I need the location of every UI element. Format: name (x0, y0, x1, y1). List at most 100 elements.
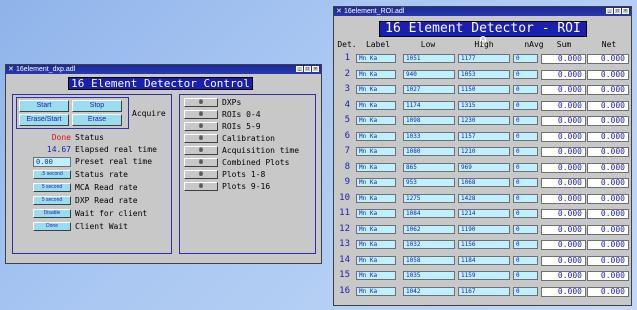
navg-input[interactable]: 0 (513, 193, 538, 203)
mca-read-rate-menu[interactable]: 5 second (33, 183, 71, 192)
control-window-titlebar[interactable]: ✕ 16element_dxp.adl _ □ × (6, 65, 321, 74)
navg-input[interactable]: 0 (513, 271, 538, 280)
status-rate-menu[interactable]: .5 second (33, 170, 71, 179)
navg-input[interactable]: 0 (513, 131, 538, 141)
low-channel-input[interactable]: 1062 (403, 224, 455, 234)
label-input[interactable]: Mn Ka (356, 162, 396, 172)
low-channel-input[interactable]: 1174 (403, 100, 455, 110)
status-label: Status (75, 133, 104, 142)
stop-button[interactable]: Stop (72, 100, 122, 112)
sum-value: 0.000 (541, 209, 586, 219)
related-display-button-plots-9-16[interactable]: ꙮ (184, 182, 218, 191)
navg-input[interactable]: 0 (513, 286, 538, 296)
low-channel-input[interactable]: 1042 (403, 286, 455, 296)
sum-value: 0.000 (541, 178, 586, 188)
high-channel-input[interactable]: 1190 (458, 224, 510, 234)
low-channel-input[interactable]: 865 (403, 162, 455, 172)
sum-value: 0.000 (541, 85, 586, 95)
maximize-button[interactable]: □ (304, 66, 311, 72)
navg-input[interactable]: 0 (513, 54, 538, 63)
high-channel-input[interactable]: 1315 (458, 100, 510, 110)
low-channel-input[interactable]: 1027 (403, 85, 455, 94)
wait-for-client-menu[interactable]: Disable (33, 209, 71, 218)
low-channel-input[interactable]: 1275 (403, 193, 455, 203)
low-channel-input[interactable]: 1058 (403, 255, 455, 265)
navg-input[interactable]: 0 (513, 178, 538, 187)
related-display-button-calibration[interactable]: ꙮ (184, 134, 218, 143)
related-display-button-acquisition-time[interactable]: ꙮ (184, 146, 218, 155)
label-input[interactable]: Mn Ka (356, 240, 396, 249)
navg-input[interactable]: 0 (513, 100, 538, 110)
high-channel-input[interactable]: 1053 (458, 69, 510, 79)
label-input[interactable]: Mn Ka (356, 271, 396, 280)
label-input[interactable]: Mn Ka (356, 85, 396, 94)
navg-input[interactable]: 0 (513, 116, 538, 125)
low-channel-input[interactable]: 953 (403, 178, 455, 187)
low-channel-input[interactable]: 1032 (403, 240, 455, 249)
high-channel-input[interactable]: 1214 (458, 209, 510, 218)
navg-input[interactable]: 0 (513, 162, 538, 172)
low-channel-input[interactable]: 1051 (403, 54, 455, 63)
sum-value: 0.000 (541, 69, 586, 80)
net-value: 0.000 (587, 147, 629, 157)
erase-start-button[interactable]: Erase/Start (19, 114, 69, 126)
label-input[interactable]: Mn Ka (356, 255, 396, 265)
label-input[interactable]: Mn Ka (356, 116, 396, 125)
label-input[interactable]: Mn Ka (356, 69, 396, 79)
related-display-button-rois-0-4[interactable]: ꙮ (184, 110, 218, 119)
close-button[interactable]: × (622, 8, 629, 14)
label-input[interactable]: Mn Ka (356, 224, 396, 234)
high-channel-input[interactable]: 969 (458, 162, 510, 172)
related-display-button-rois-5-9[interactable]: ꙮ (184, 122, 218, 131)
navg-input[interactable]: 0 (513, 69, 538, 79)
row-det-number: 10 (339, 192, 350, 203)
row-det-number: 13 (339, 239, 350, 249)
minimize-button[interactable]: _ (606, 8, 613, 14)
label-input[interactable]: Mn Ka (356, 193, 396, 203)
status-rate-label: Status rate (75, 170, 128, 179)
high-channel-input[interactable]: 1068 (458, 178, 510, 187)
navg-input[interactable]: 0 (513, 209, 538, 218)
low-channel-input[interactable]: 1033 (403, 131, 455, 141)
preset-real-time-input[interactable]: 0.00 (33, 157, 71, 167)
label-input[interactable]: Mn Ka (356, 100, 396, 110)
navg-input[interactable]: 0 (513, 85, 538, 94)
maximize-button[interactable]: □ (614, 8, 621, 14)
high-channel-input[interactable]: 1150 (458, 85, 510, 94)
low-channel-input[interactable]: 940 (403, 69, 455, 79)
navg-input[interactable]: 0 (513, 255, 538, 265)
label-input[interactable]: Mn Ka (356, 147, 396, 156)
related-display-button-plots-1-8[interactable]: ꙮ (184, 170, 218, 179)
related-display-button-dxps[interactable]: ꙮ (184, 98, 218, 107)
label-input[interactable]: Mn Ka (356, 54, 396, 63)
navg-input[interactable]: 0 (513, 224, 538, 234)
dxp-read-rate-menu[interactable]: 5 second (33, 196, 71, 205)
navg-input[interactable]: 0 (513, 240, 538, 249)
high-channel-input[interactable]: 1159 (458, 271, 510, 280)
navg-input[interactable]: 0 (513, 147, 538, 156)
high-channel-input[interactable]: 1157 (458, 131, 510, 141)
high-channel-input[interactable]: 1167 (458, 286, 510, 296)
minimize-button[interactable]: _ (296, 66, 303, 72)
high-channel-input[interactable]: 1177 (458, 54, 510, 63)
low-channel-input[interactable]: 1098 (403, 116, 455, 125)
label-input[interactable]: Mn Ka (356, 286, 396, 296)
label-input[interactable]: Mn Ka (356, 209, 396, 218)
high-channel-input[interactable]: 1230 (458, 116, 510, 125)
elapsed-real-time-value: 14.67 (46, 145, 71, 154)
high-channel-input[interactable]: 1184 (458, 255, 510, 265)
low-channel-input[interactable]: 1084 (403, 209, 455, 218)
client-wait-menu[interactable]: Done (33, 222, 71, 231)
close-button[interactable]: × (312, 66, 319, 72)
erase-button[interactable]: Erase (72, 114, 122, 126)
high-channel-input[interactable]: 1156 (458, 240, 510, 249)
start-button[interactable]: Start (19, 100, 69, 112)
label-input[interactable]: Mn Ka (356, 178, 396, 187)
high-channel-input[interactable]: 1210 (458, 147, 510, 156)
low-channel-input[interactable]: 1080 (403, 147, 455, 156)
roi-window-titlebar[interactable]: ✕ 16element_ROI.adl _ □ × (334, 7, 631, 16)
low-channel-input[interactable]: 1035 (403, 271, 455, 280)
related-display-button-combined-plots[interactable]: ꙮ (184, 158, 218, 167)
label-input[interactable]: Mn Ka (356, 131, 396, 141)
high-channel-input[interactable]: 1428 (458, 193, 510, 203)
